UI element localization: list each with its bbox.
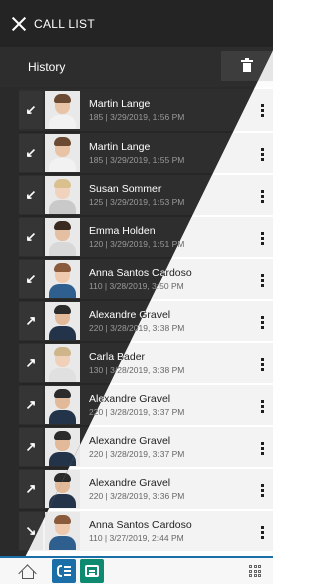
more-options-icon[interactable]	[251, 261, 273, 299]
avatar	[45, 344, 80, 382]
call-datetime: 3/28/2019, 3:37 PM	[110, 448, 185, 459]
more-options-icon[interactable]	[251, 387, 273, 425]
more-options-icon[interactable]	[251, 135, 273, 173]
call-datetime: 3/28/2019, 3:38 PM	[110, 364, 185, 375]
bottom-navigation	[0, 556, 273, 584]
apps-button[interactable]	[243, 558, 267, 584]
outgoing-arrow-icon: ↗	[19, 302, 43, 340]
call-details: 220 | 3/28/2019, 3:37 PM	[89, 448, 273, 460]
call-datetime: 3/29/2019, 1:53 PM	[110, 196, 185, 207]
incoming-arrow-icon: ↙	[19, 176, 43, 214]
grid-icon	[249, 565, 261, 577]
call-details: 220 | 3/28/2019, 3:37 PM	[89, 406, 273, 418]
contact-number: 185	[89, 154, 104, 165]
more-options-icon[interactable]	[251, 177, 273, 215]
call-list-button[interactable]	[52, 559, 76, 583]
more-options-icon[interactable]	[251, 219, 273, 257]
avatar	[45, 134, 80, 172]
call-list-item[interactable]: ↙Martin Lange185 | 3/29/2019, 1:56 PM	[19, 89, 273, 131]
more-options-icon[interactable]	[251, 91, 273, 129]
contact-name: Anna Santos Cardoso	[89, 518, 192, 531]
contact-name: Alexandre Gravel	[89, 392, 171, 405]
avatar	[45, 512, 80, 550]
call-list-screen: CALL LIST History ↙Martin Lange185 | 3/29/…	[0, 0, 273, 584]
contact-number: 185	[89, 111, 104, 122]
contact-number: 130	[89, 364, 104, 375]
call-details: 110 | 3/27/2019, 2:44 PM	[89, 532, 273, 544]
contact-name: Alexandre Gravel	[89, 476, 171, 489]
call-datetime: 3/27/2019, 2:44 PM	[109, 532, 184, 543]
chat-icon	[85, 565, 99, 577]
call-datetime: 3/29/2019, 1:56 PM	[110, 111, 185, 122]
avatar	[45, 386, 80, 424]
incoming-arrow-icon: ↙	[19, 91, 43, 129]
outgoing-arrow-icon: ↗	[19, 386, 43, 424]
close-icon[interactable]	[10, 15, 28, 33]
history-header: History	[0, 47, 273, 87]
call-list-item[interactable]: ↘Anna Santos Cardoso110 | 3/27/2019, 2:4…	[19, 509, 273, 551]
contact-number: 220	[89, 322, 104, 333]
contact-number: 120	[89, 238, 104, 249]
contact-number: 110	[89, 280, 103, 291]
call-datetime: 3/29/2019, 1:51 PM	[110, 238, 185, 249]
home-icon	[19, 564, 35, 579]
outgoing-arrow-icon: ↗	[19, 344, 43, 382]
incoming-arrow-icon: ↙	[19, 134, 43, 172]
call-datetime: 3/28/2019, 3:37 PM	[110, 406, 185, 417]
history-label: History	[28, 60, 66, 74]
chat-button[interactable]	[80, 559, 104, 583]
home-button[interactable]	[14, 558, 40, 584]
avatar	[45, 302, 80, 340]
call-datetime: 3/28/2019, 3:36 PM	[110, 490, 185, 501]
outgoing-arrow-icon: ↗	[19, 428, 43, 466]
separator: |	[102, 532, 110, 543]
more-options-icon[interactable]	[251, 513, 273, 551]
avatar	[45, 260, 80, 298]
contact-number: 125	[89, 196, 104, 207]
contact-number: 220	[89, 448, 104, 459]
more-options-icon[interactable]	[251, 303, 273, 341]
contact-number: 220	[89, 490, 104, 501]
contact-number: 110	[89, 532, 103, 543]
call-list-icon	[57, 564, 71, 578]
avatar	[45, 176, 80, 214]
avatar	[45, 218, 80, 256]
more-options-icon[interactable]	[251, 429, 273, 467]
contact-name: Alexandre Gravel	[89, 434, 171, 447]
call-details: 220 | 3/28/2019, 3:36 PM	[89, 490, 273, 502]
outgoing-arrow-icon: ↗	[19, 470, 43, 508]
page-title: CALL LIST	[34, 16, 95, 31]
more-options-icon[interactable]	[251, 345, 273, 383]
incoming-arrow-icon: ↙	[19, 260, 43, 298]
header-bar: CALL LIST	[0, 0, 273, 47]
incoming-arrow-icon: ↙	[19, 218, 43, 256]
avatar	[45, 91, 80, 129]
separator: |	[102, 280, 110, 291]
call-datetime: 3/29/2019, 1:55 PM	[110, 154, 185, 165]
trash-icon	[241, 58, 253, 72]
more-options-icon[interactable]	[251, 471, 273, 509]
